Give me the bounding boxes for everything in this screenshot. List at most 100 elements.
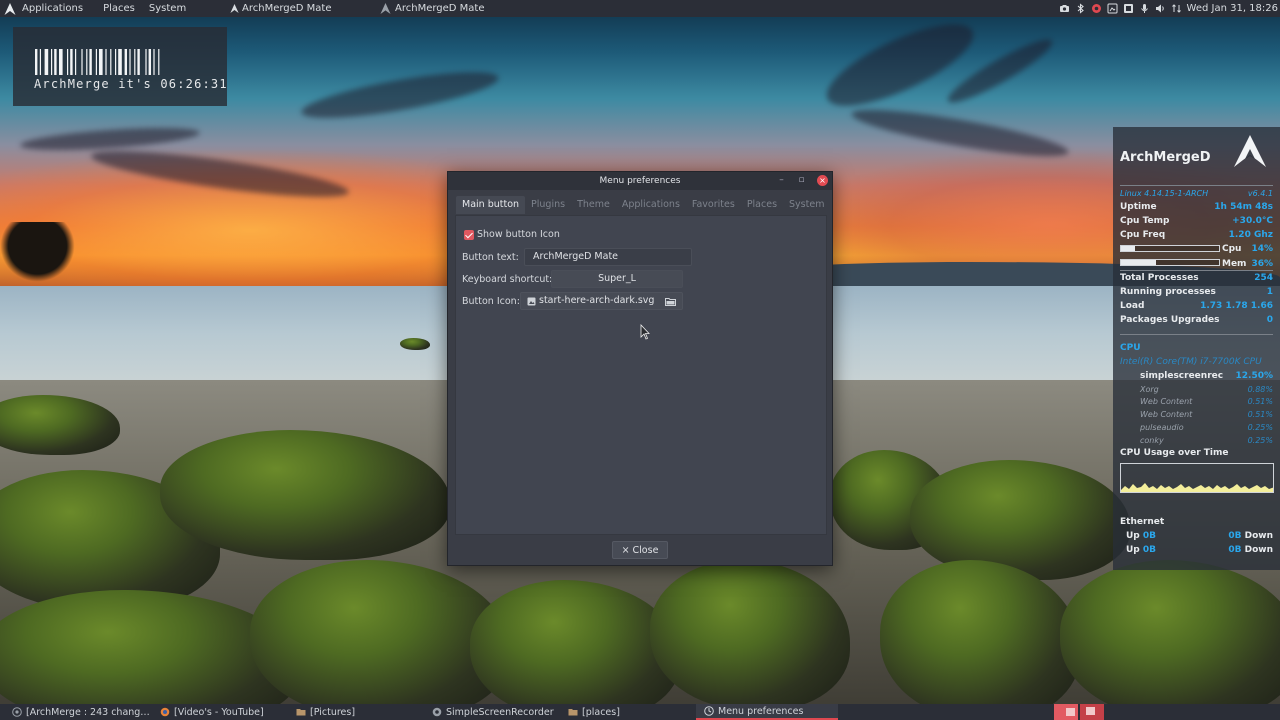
conky-cpu-bar-value: 14% — [1251, 244, 1273, 254]
app-window-icon — [12, 707, 22, 717]
clock-widget-text: ArchMerge it's 06:26:31 — [34, 77, 228, 91]
barcode-bar — [86, 49, 88, 75]
keyboard-shortcut-button[interactable]: Super_L — [551, 270, 683, 288]
system-tray: Wed Jan 31, 18:26 — [1059, 0, 1280, 17]
conky-net-up-value: 0B — [1142, 545, 1157, 555]
maximize-button[interactable]: ▫ — [796, 175, 807, 186]
conky-process-value: 0.51% — [1247, 410, 1273, 419]
taskbar-item[interactable]: [Pictures] — [296, 704, 416, 720]
window-button-label: ArchMergeD Mate — [242, 3, 332, 14]
barcode-bar — [129, 49, 131, 75]
main-button-pane: Show button Icon Button text: ArchMergeD… — [455, 215, 827, 535]
dialog-title: Menu preferences — [599, 176, 681, 186]
keyboard-shortcut-row: Keyboard shortcut: Super_L — [462, 270, 683, 288]
conky-process-name: Web Content — [1140, 410, 1193, 419]
conky-cputemp-row: Cpu Temp +30.0°C — [1120, 216, 1273, 228]
folder-icon — [568, 709, 578, 716]
conky-total-proc-value: 254 — [1254, 273, 1273, 283]
conky-cpufreq-label: Cpu Freq — [1120, 230, 1166, 240]
taskbar-item[interactable]: [places] — [568, 704, 688, 720]
button-icon-label: Button Icon: — [462, 295, 520, 307]
button-icon-filename: start-here-arch-dark.svg — [539, 295, 655, 306]
taskbar-item-label: [Pictures] — [310, 706, 356, 718]
show-button-icon-checkbox[interactable] — [464, 229, 474, 240]
conky-net-row: Up 0B 0B Down — [1126, 545, 1273, 555]
window-button[interactable]: ArchMergeD Mate — [230, 0, 332, 17]
preferences-window-icon — [704, 706, 714, 716]
update-gear-icon[interactable] — [1091, 3, 1102, 14]
conky-process-name: Web Content — [1140, 397, 1193, 406]
camera-icon[interactable] — [1059, 3, 1070, 14]
barcode-bar — [54, 49, 57, 75]
conky-cpu-bar-label: Cpu — [1222, 244, 1242, 254]
microphone-icon[interactable] — [1139, 3, 1150, 14]
screen-recorder-icon[interactable] — [1107, 3, 1118, 14]
screen-recorder-icon — [432, 707, 442, 717]
conky-cpu-bar-fill — [1121, 246, 1135, 251]
tab-system[interactable]: System — [783, 196, 830, 214]
barcode-graphic — [35, 49, 160, 75]
conky-load-row: Load 1.73 1.78 1.66 — [1120, 301, 1273, 313]
window-button[interactable]: ArchMergeD Mate — [380, 0, 485, 17]
conky-process-value: 0.25% — [1247, 423, 1273, 432]
places-menu[interactable]: Places — [89, 0, 141, 17]
barcode-bar — [89, 49, 92, 75]
barcode-bar — [81, 49, 83, 75]
conky-load-label: Load — [1120, 301, 1145, 311]
conky-process-name: simplescreenrec — [1140, 371, 1224, 381]
conky-net-up-value: 0B — [1142, 531, 1157, 541]
bluetooth-icon[interactable] — [1075, 3, 1086, 14]
top-panel: Applications Places System ArchMergeD Ma… — [0, 0, 1280, 17]
tab-theme[interactable]: Theme — [571, 196, 616, 214]
conky-process-name: pulseaudio — [1140, 423, 1184, 432]
panel-clock[interactable]: Wed Jan 31, 18:26 — [1187, 3, 1278, 14]
conky-process-name: conky — [1140, 436, 1164, 445]
tab-plugins[interactable]: Plugins — [525, 196, 571, 214]
applications-menu[interactable]: Applications — [0, 0, 89, 17]
barcode-bar — [95, 49, 97, 75]
tab-places[interactable]: Places — [741, 196, 783, 214]
tab-applications[interactable]: Applications — [616, 196, 686, 214]
conky-net-up-label: Up — [1126, 545, 1140, 555]
barcode-bar — [153, 49, 155, 75]
minimize-button[interactable]: – — [776, 175, 787, 186]
conky-process-row: Xorg 0.88% — [1140, 385, 1273, 394]
taskbar-item-active[interactable]: Menu preferences — [696, 704, 838, 720]
conky-graph-title: CPU Usage over Time — [1120, 448, 1229, 458]
conky-divider — [1120, 185, 1273, 186]
taskbar-item[interactable]: [Video's - YouTube] — [160, 704, 288, 720]
conky-load-value: 1.73 1.78 1.66 — [1200, 301, 1273, 311]
button-icon-chooser[interactable]: start-here-arch-dark.svg — [520, 292, 684, 310]
taskbar-item[interactable]: [ArchMerge : 243 chang… — [12, 704, 162, 720]
close-button-label: Close — [632, 544, 659, 556]
conky-cputemp-label: Cpu Temp — [1120, 216, 1170, 226]
tab-main-button[interactable]: Main button — [456, 196, 526, 214]
system-menu[interactable]: System — [141, 0, 192, 17]
barcode-bar — [99, 49, 103, 75]
keyboard-shortcut-label: Keyboard shortcut: — [462, 273, 553, 285]
conky-kernel-row: Linux 4.14.15-1-ARCH v6.4.1 — [1120, 189, 1273, 201]
volume-icon[interactable] — [1155, 3, 1166, 14]
conky-process-row: simplescreenrec 12.50% — [1140, 371, 1273, 381]
conky-mem-bar — [1120, 259, 1220, 266]
show-button-icon-row[interactable]: Show button Icon — [464, 229, 560, 240]
close-window-button[interactable]: × — [817, 175, 828, 186]
arch-window-icon — [230, 4, 239, 13]
updates-arrows-icon[interactable] — [1171, 3, 1182, 14]
tab-favorites[interactable]: Favorites — [686, 196, 741, 214]
taskbar-item[interactable]: SimpleScreenRecorder — [432, 704, 572, 720]
close-x-icon: × — [621, 544, 630, 556]
conky-pkg-label: Packages Upgrades — [1120, 315, 1220, 325]
barcode-bar — [67, 49, 69, 75]
conky-process-value: 0.51% — [1247, 397, 1273, 406]
folder-open-icon — [665, 297, 677, 306]
close-button[interactable]: × Close — [612, 541, 668, 559]
button-text-input[interactable]: ArchMergeD Mate — [524, 248, 692, 266]
taskbar-item-label: [ArchMerge : 243 chang… — [26, 706, 150, 718]
network-icon[interactable] — [1123, 3, 1134, 14]
conky-cpu-section: CPU — [1120, 343, 1141, 353]
conky-pkg-value: 0 — [1266, 315, 1273, 325]
folder-icon — [296, 709, 306, 716]
dialog-titlebar[interactable]: Menu preferences – ▫ × — [448, 172, 832, 190]
taskbar-item-label: [places] — [582, 706, 620, 718]
